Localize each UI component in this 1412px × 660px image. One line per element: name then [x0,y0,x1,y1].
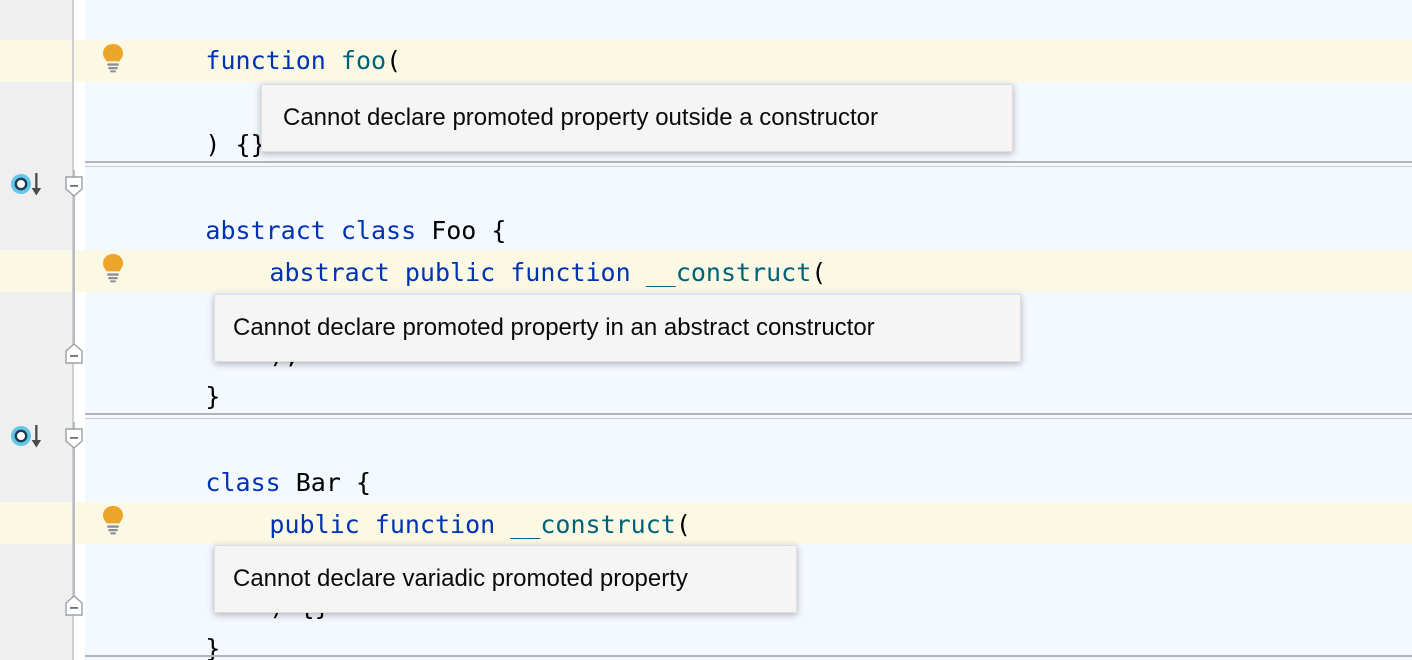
typo-underline [325,198,373,205]
implemented-by-icon[interactable] [10,424,48,450]
fold-region-line [73,170,75,360]
code-line[interactable]: public function __construct( [0,462,1412,539]
error-underline [149,72,313,79]
fold-collapse-icon[interactable] [65,428,83,450]
lightbulb-intention-icon[interactable] [100,253,126,283]
error-underline [213,282,357,289]
code-editor: function foo( private $x ) {} abstract c… [0,0,1412,660]
error-tooltip-message: Cannot declare variadic promoted propert… [233,565,688,592]
code-line[interactable]: public string ...$strings [0,502,1412,579]
code-line[interactable]: public $x, [0,250,1412,327]
code-line[interactable]: class Bar { [0,420,1412,497]
fold-end-icon[interactable] [65,342,83,364]
token-close-brace: } [205,382,221,411]
code-line[interactable]: abstract class Foo { [0,168,1412,245]
error-tooltip-message: Cannot declare promoted property outside… [283,104,878,131]
fold-collapse-icon[interactable] [65,176,83,198]
fold-region-line [73,422,75,612]
error-tooltip-message: Cannot declare promoted property in an a… [233,314,875,341]
error-tooltip: Cannot declare promoted property outside… [261,84,1013,152]
error-tooltip: Cannot declare variadic promoted propert… [214,545,797,613]
lightbulb-intention-icon[interactable] [100,43,126,73]
error-tooltip: Cannot declare promoted property in an a… [214,294,1021,362]
block-separator [85,655,1412,657]
code-line[interactable]: abstract public function __construct( [0,210,1412,287]
block-separator [85,166,1412,167]
error-underline [213,534,615,541]
implemented-by-icon[interactable] [10,172,48,198]
lightbulb-intention-icon[interactable] [100,505,126,535]
token-close-paren-braces: ) {} [205,130,266,159]
code-line[interactable]: function foo( [0,0,1412,75]
fold-end-icon[interactable] [65,594,83,616]
block-separator [85,418,1412,419]
block-separator [85,413,1412,415]
block-separator [85,161,1412,163]
